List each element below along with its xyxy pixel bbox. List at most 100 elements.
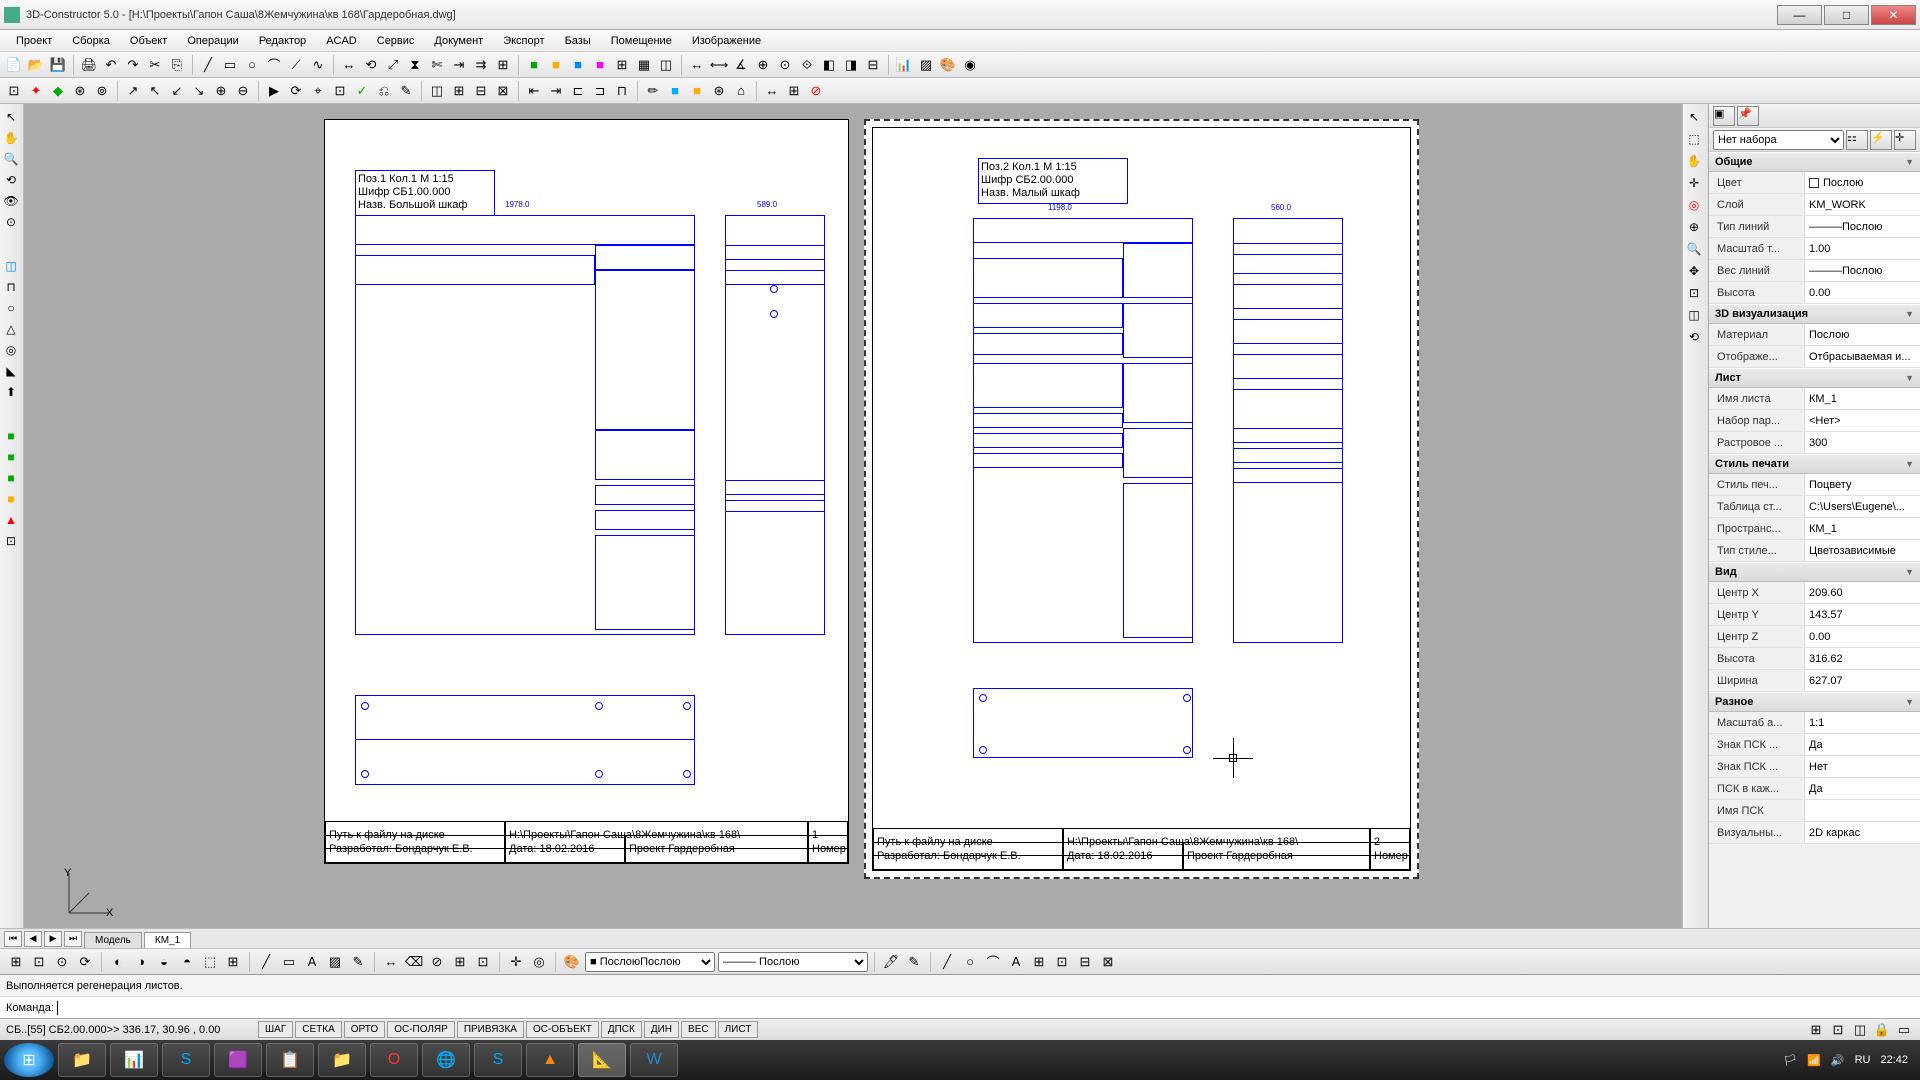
bb-5-icon[interactable]: ◐ bbox=[108, 952, 128, 972]
bb-break-icon[interactable]: ⊘ bbox=[427, 952, 447, 972]
tray-lang[interactable]: RU bbox=[1855, 1054, 1871, 1066]
menu-object[interactable]: Объект bbox=[122, 33, 175, 49]
dim6-icon[interactable]: ⟐ bbox=[797, 55, 817, 75]
menu-document[interactable]: Документ bbox=[426, 33, 491, 49]
cut-icon[interactable]: ✂ bbox=[145, 55, 165, 75]
prop-quick-icon[interactable]: ⚡ bbox=[1870, 130, 1892, 150]
menu-operations[interactable]: Операции bbox=[179, 33, 246, 49]
snap-ortho[interactable]: ОРТО bbox=[344, 1021, 385, 1038]
t2-16-icon[interactable]: ✓ bbox=[352, 81, 372, 101]
command-prompt[interactable]: Команда: bbox=[0, 997, 1920, 1018]
prop-pick-icon[interactable]: ✛ bbox=[1894, 130, 1916, 150]
t2-1-icon[interactable]: ⊡ bbox=[4, 81, 24, 101]
rt-win-icon[interactable]: ◫ bbox=[1685, 306, 1703, 324]
lt-g3-icon[interactable]: ■ bbox=[2, 469, 20, 487]
t2-31-icon[interactable]: ⊛ bbox=[709, 81, 729, 101]
t2-22-icon[interactable]: ⊠ bbox=[493, 81, 513, 101]
snap-step[interactable]: ШАГ bbox=[258, 1021, 293, 1038]
task-vlc-icon[interactable]: ▲ bbox=[526, 1043, 574, 1077]
task-app1-icon[interactable]: 🟪 bbox=[214, 1043, 262, 1077]
bb-edit-icon[interactable]: ✎ bbox=[348, 952, 368, 972]
task-sheets-icon[interactable]: 📊 bbox=[110, 1043, 158, 1077]
t2-2-icon[interactable]: ✦ bbox=[26, 81, 46, 101]
t2-35-icon[interactable]: ⊘ bbox=[806, 81, 826, 101]
chart-icon[interactable]: 📊 bbox=[894, 55, 914, 75]
status-i5-icon[interactable]: ▭ bbox=[1894, 1020, 1914, 1040]
bb-palette-icon[interactable]: 🎨 bbox=[562, 952, 582, 972]
bb-cross-icon[interactable]: ✛ bbox=[506, 952, 526, 972]
dim4-icon[interactable]: ⊕ bbox=[753, 55, 773, 75]
snap-grid[interactable]: СЕТКА bbox=[295, 1021, 342, 1038]
tab-km1[interactable]: КМ_1 bbox=[144, 932, 191, 948]
task-chrome-icon[interactable]: 🌐 bbox=[422, 1043, 470, 1077]
rt-hand-icon[interactable]: ✋ bbox=[1685, 152, 1703, 170]
open-icon[interactable]: 📂 bbox=[26, 55, 46, 75]
layer3-icon[interactable]: ■ bbox=[568, 55, 588, 75]
bb-3-icon[interactable]: ⊙ bbox=[52, 952, 72, 972]
lt-g1-icon[interactable]: ■ bbox=[2, 427, 20, 445]
3d-icon[interactable]: ◉ bbox=[960, 55, 980, 75]
task-explorer-icon[interactable]: 📁 bbox=[58, 1043, 106, 1077]
menu-db[interactable]: Базы bbox=[557, 33, 599, 49]
section-general[interactable]: Общие▼ bbox=[1709, 152, 1920, 172]
tray-net-icon[interactable]: 📶 bbox=[1807, 1054, 1821, 1067]
bb-dim-icon[interactable]: ↔ bbox=[381, 952, 401, 972]
bb-text-icon[interactable]: A bbox=[302, 952, 322, 972]
t2-19-icon[interactable]: ◫ bbox=[427, 81, 447, 101]
lt-cone-icon[interactable]: △ bbox=[2, 320, 20, 338]
bb-erase-icon[interactable]: ⌫ bbox=[404, 952, 424, 972]
prop-toggle-icon[interactable]: ▣ bbox=[1713, 106, 1735, 126]
layer1-icon[interactable]: ■ bbox=[524, 55, 544, 75]
t2-13-icon[interactable]: ⟳ bbox=[286, 81, 306, 101]
grid-icon[interactable]: ⊞ bbox=[612, 55, 632, 75]
tab-model[interactable]: Модель bbox=[84, 932, 142, 948]
section-3dviz[interactable]: 3D визуализация▼ bbox=[1709, 304, 1920, 324]
selection-dropdown[interactable]: Нет набора bbox=[1713, 130, 1844, 150]
scale-icon[interactable]: ⤢ bbox=[383, 55, 403, 75]
extend-icon[interactable]: ⇥ bbox=[449, 55, 469, 75]
bb-d4-icon[interactable]: A bbox=[1006, 952, 1026, 972]
t2-17-icon[interactable]: ⎌ bbox=[374, 81, 394, 101]
bb-rect-icon[interactable]: ▭ bbox=[279, 952, 299, 972]
task-skype2-icon[interactable]: S bbox=[474, 1043, 522, 1077]
menu-service[interactable]: Сервис bbox=[369, 33, 423, 49]
bb-line-icon[interactable]: ╱ bbox=[256, 952, 276, 972]
status-i4-icon[interactable]: 🔒 bbox=[1872, 1020, 1892, 1040]
bb-6-icon[interactable]: ◑ bbox=[131, 952, 151, 972]
tray-vol-icon[interactable]: 🔊 bbox=[1831, 1054, 1845, 1067]
rt-fit-icon[interactable]: ⊡ bbox=[1685, 284, 1703, 302]
section-plot[interactable]: Стиль печати▼ bbox=[1709, 454, 1920, 474]
t2-15-icon[interactable]: ⊡ bbox=[330, 81, 350, 101]
trim-icon[interactable]: ✄ bbox=[427, 55, 447, 75]
close-button[interactable]: ✕ bbox=[1871, 5, 1916, 25]
menu-image[interactable]: Изображение bbox=[684, 33, 769, 49]
prop-filter-icon[interactable]: ⚏ bbox=[1846, 130, 1868, 150]
snap-lwt[interactable]: ВЕС bbox=[681, 1021, 716, 1038]
rt-prev-icon[interactable]: ⟲ bbox=[1685, 328, 1703, 346]
lt-g4-icon[interactable]: ■ bbox=[2, 490, 20, 508]
section-misc[interactable]: Разное▼ bbox=[1709, 692, 1920, 712]
tray-time[interactable]: 22:42 bbox=[1880, 1054, 1908, 1066]
menu-editor[interactable]: Редактор bbox=[251, 33, 314, 49]
status-i3-icon[interactable]: ◫ bbox=[1850, 1020, 1870, 1040]
line-icon[interactable]: ╱ bbox=[198, 55, 218, 75]
t2-8-icon[interactable]: ↙ bbox=[167, 81, 187, 101]
dim7-icon[interactable]: ◧ bbox=[819, 55, 839, 75]
bb-d6-icon[interactable]: ⊡ bbox=[1052, 952, 1072, 972]
bb-10-icon[interactable]: ⊞ bbox=[223, 952, 243, 972]
prop-pin-icon[interactable]: 📌 bbox=[1737, 106, 1759, 126]
lt-sphere-icon[interactable]: ○ bbox=[2, 299, 20, 317]
new-icon[interactable]: 📄 bbox=[4, 55, 24, 75]
rt-zoom-icon[interactable]: 🔍 bbox=[1685, 240, 1703, 258]
tab-last-icon[interactable]: ⏭ bbox=[64, 931, 82, 947]
menu-export[interactable]: Экспорт bbox=[495, 33, 552, 49]
lt-box-icon[interactable]: ◫ bbox=[2, 257, 20, 275]
layer4-icon[interactable]: ■ bbox=[590, 55, 610, 75]
task-skype-icon[interactable]: S bbox=[162, 1043, 210, 1077]
task-total-icon[interactable]: 📁 bbox=[318, 1043, 366, 1077]
snap-ducs[interactable]: ДПСК bbox=[601, 1021, 642, 1038]
lt-pan-icon[interactable]: ✋ bbox=[2, 129, 20, 147]
rt-cross-icon[interactable]: ✛ bbox=[1685, 174, 1703, 192]
rt-cursor-icon[interactable]: ↖ bbox=[1685, 108, 1703, 126]
t2-11-icon[interactable]: ⊖ bbox=[233, 81, 253, 101]
